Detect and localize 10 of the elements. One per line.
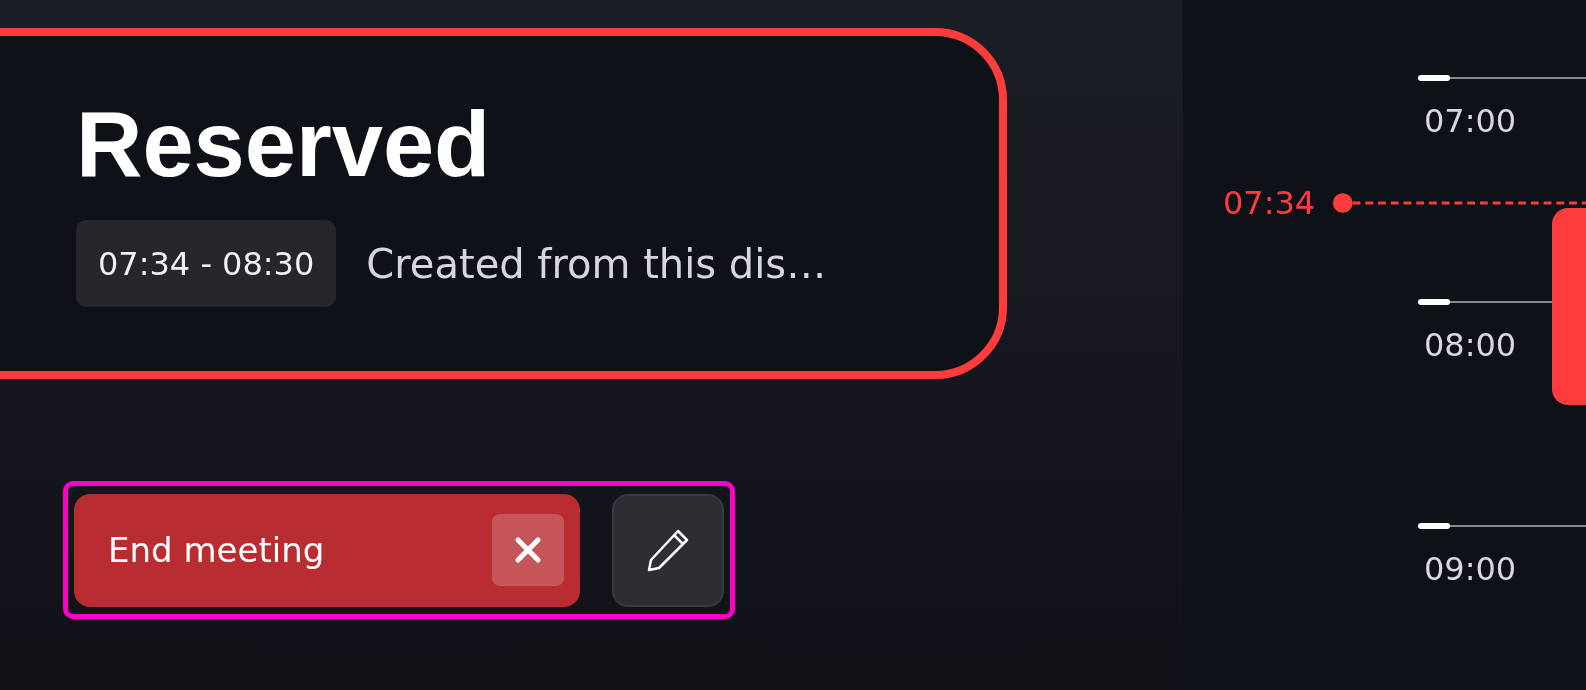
edit-button[interactable]	[612, 493, 724, 607]
current-time: 07:34	[1223, 184, 1316, 222]
hour-label: 08:00	[1424, 326, 1518, 364]
description: Created from this dis…	[366, 240, 827, 287]
end-meeting-button[interactable]: End meeting	[74, 493, 580, 607]
hour-label: 07:00	[1424, 102, 1518, 140]
time-range: 07:34 - 08:30	[76, 220, 337, 307]
hour-label: 09:00	[1424, 550, 1518, 588]
close-icon[interactable]	[492, 514, 564, 586]
status-title: Reserved	[76, 94, 492, 194]
